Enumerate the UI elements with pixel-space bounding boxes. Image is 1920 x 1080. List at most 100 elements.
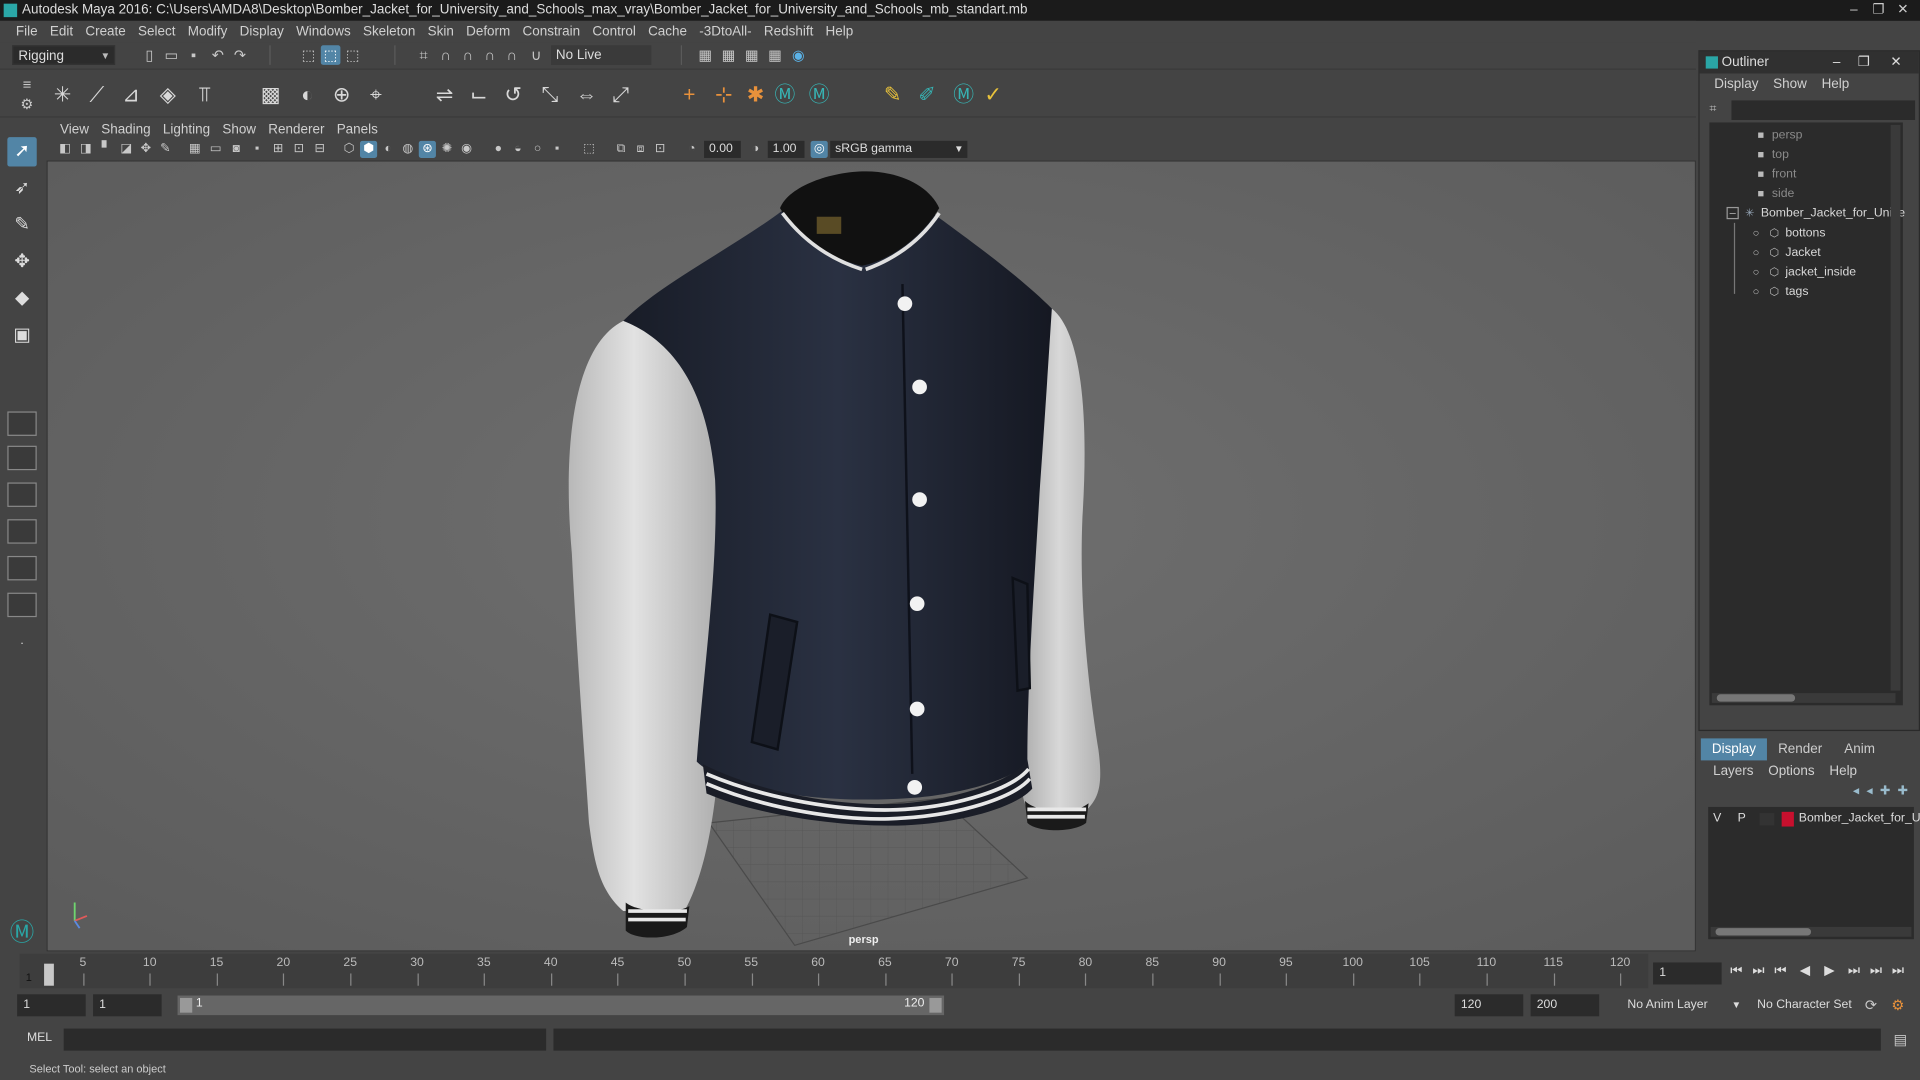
new-scene-icon[interactable]: ▯: [140, 45, 160, 65]
tree-item-tags[interactable]: ○ ⬡ tags: [1749, 282, 1809, 302]
outliner-search-input[interactable]: [1731, 100, 1916, 121]
tab-render[interactable]: Render: [1767, 738, 1833, 760]
outliner-menu-show[interactable]: Show: [1766, 77, 1814, 92]
viewport-menu-view[interactable]: View: [54, 122, 95, 137]
scale-constraint-icon[interactable]: ⤡: [536, 82, 563, 109]
vertical-scrollbar[interactable]: [1890, 124, 1901, 691]
parent-constraint-icon[interactable]: ⇔: [573, 82, 600, 109]
auto-key-icon[interactable]: ⟳: [1861, 996, 1881, 1016]
maximize-button[interactable]: ❐: [1869, 1, 1889, 18]
horizontal-scrollbar[interactable]: [1710, 926, 1912, 937]
snap-point-icon[interactable]: ∩: [458, 45, 478, 65]
joint-tool-icon[interactable]: ✳: [49, 82, 76, 109]
magnet-icon[interactable]: ∪: [527, 45, 547, 65]
tree-item-front[interactable]: ■ front: [1753, 164, 1797, 184]
safe-action-icon[interactable]: ⊡: [290, 141, 307, 158]
layer-display-type[interactable]: [1759, 813, 1775, 826]
range-bar[interactable]: 1 120: [177, 995, 945, 1016]
locator-icon[interactable]: +: [676, 82, 703, 109]
camera-attributes-icon[interactable]: ◨: [77, 141, 94, 158]
select-object-icon[interactable]: ⬚: [320, 45, 341, 65]
layer-menu-help[interactable]: Help: [1822, 764, 1864, 779]
render-frame-icon[interactable]: ▦: [719, 45, 739, 65]
step-forward-frame-icon[interactable]: ⏭: [1844, 961, 1864, 981]
menu-display[interactable]: Display: [234, 24, 290, 39]
save-scene-icon[interactable]: ▪: [184, 45, 204, 65]
current-frame-field[interactable]: 1: [1653, 962, 1722, 985]
layer-menu-options[interactable]: Options: [1761, 764, 1822, 779]
range-start-handle[interactable]: [180, 997, 193, 1013]
human-ik-icon[interactable]: ✱: [742, 82, 769, 109]
move-layer-down-icon[interactable]: ◂: [1866, 785, 1872, 798]
paint-tool-icon[interactable]: ✐: [913, 82, 940, 109]
layer-visibility-toggle[interactable]: V: [1713, 809, 1721, 829]
tab-display[interactable]: Display: [1700, 738, 1768, 761]
animation-preferences-icon[interactable]: ⚙: [1888, 996, 1908, 1016]
xray-icon[interactable]: ⬚: [580, 141, 597, 158]
gamma-field[interactable]: 1.00: [767, 140, 805, 158]
render-settings-icon[interactable]: ▦: [696, 45, 716, 65]
two-d-pan-icon[interactable]: ✥: [137, 141, 154, 158]
gate-mask-icon[interactable]: ▪: [249, 141, 266, 158]
time-ruler[interactable]: 1 5 10 15 20 25 30 35 40 45 50 55 60 65 70 75 80 85 90 95 1…: [19, 953, 1649, 989]
playhead[interactable]: [44, 963, 54, 986]
use-all-lights-icon[interactable]: ⊛: [418, 140, 436, 158]
collapse-icon[interactable]: –: [1726, 206, 1739, 220]
orient-constraint-icon[interactable]: ↺: [500, 82, 527, 109]
scale-tool-icon[interactable]: ▣: [7, 321, 36, 350]
lasso-tool-icon[interactable]: ➶: [7, 174, 36, 203]
ik-handle-icon[interactable]: ⟋: [83, 82, 110, 109]
menu-help[interactable]: Help: [819, 24, 859, 39]
maya-script-3-icon[interactable]: Ⓜ: [950, 82, 977, 109]
script-language-label[interactable]: MEL: [27, 1031, 52, 1044]
tree-item-side[interactable]: ■ side: [1753, 184, 1795, 204]
menu-3dtoall[interactable]: -3DtoAll-: [693, 24, 758, 39]
snap-curve-icon[interactable]: ∩: [436, 45, 456, 65]
menu-control[interactable]: Control: [586, 24, 642, 39]
image-plane-icon[interactable]: ◪: [118, 141, 135, 158]
menu-create[interactable]: Create: [79, 24, 132, 39]
film-gate-icon[interactable]: ▭: [207, 141, 224, 158]
menu-deform[interactable]: Deform: [460, 24, 516, 39]
redo-icon[interactable]: ↷: [230, 45, 250, 65]
live-surface-field[interactable]: No Live Surface: [551, 45, 652, 82]
scrollbar-thumb[interactable]: [1715, 928, 1812, 936]
menu-cache[interactable]: Cache: [642, 24, 693, 39]
grid-icon[interactable]: ▦: [186, 141, 203, 158]
go-to-end-icon[interactable]: ⏭: [1888, 961, 1908, 981]
pole-vector-icon[interactable]: ⤢: [607, 82, 634, 109]
play-forwards-icon[interactable]: ▶: [1820, 961, 1840, 981]
range-end-handle[interactable]: [929, 997, 942, 1013]
ambient-occlusion-icon[interactable]: ◉: [458, 141, 475, 158]
hypershade-icon[interactable]: ◉: [789, 45, 809, 65]
textured-icon[interactable]: ◍: [399, 141, 416, 158]
depth-of-field-icon[interactable]: ○: [529, 141, 546, 158]
close-button[interactable]: ✕: [1893, 1, 1913, 18]
end-time-field[interactable]: 200: [1530, 994, 1600, 1017]
maya-script-2-icon[interactable]: Ⓜ: [806, 82, 833, 109]
maya-script-icon[interactable]: Ⓜ: [771, 82, 798, 109]
tree-item-jacket[interactable]: ○ ⬡ Jacket: [1749, 242, 1821, 262]
viewport-menu-shading[interactable]: Shading: [95, 122, 157, 137]
maximize-icon[interactable]: ❐: [1858, 51, 1870, 73]
tree-item-top[interactable]: ■ top: [1753, 144, 1789, 164]
point-constraint-icon[interactable]: ⇌: [431, 82, 458, 109]
step-back-key-icon[interactable]: ⏭: [1749, 961, 1769, 981]
color-management-icon[interactable]: ◎: [810, 140, 828, 158]
select-hierarchy-icon[interactable]: ⬚: [299, 45, 319, 65]
sculpt-deformer-icon[interactable]: ⌖: [362, 82, 389, 109]
menu-skin[interactable]: Skin: [422, 24, 460, 39]
filter-icon[interactable]: ⌗: [1709, 103, 1726, 120]
tree-item-root[interactable]: – ✳ Bomber_Jacket_for_Unive: [1726, 203, 1905, 223]
viewport-persp[interactable]: persp: [46, 160, 1696, 952]
hud-icon[interactable]: ⊡: [651, 141, 668, 158]
ipr-render-icon[interactable]: ▦: [742, 45, 762, 65]
render-view-icon[interactable]: ▦: [765, 45, 785, 65]
color-space-dropdown[interactable]: sRGB gamma ▼: [830, 140, 968, 158]
persp-outliner-layout-icon[interactable]: [7, 555, 37, 581]
anim-layer-dropdown[interactable]: No Anim Layer ▼: [1621, 994, 1744, 1017]
playback-end-field[interactable]: 120: [1454, 994, 1524, 1017]
step-back-frame-icon[interactable]: ⏮: [1771, 961, 1791, 981]
skin-bind-icon[interactable]: ◈: [154, 82, 181, 109]
anti-aliasing-icon[interactable]: ◒: [509, 141, 526, 158]
